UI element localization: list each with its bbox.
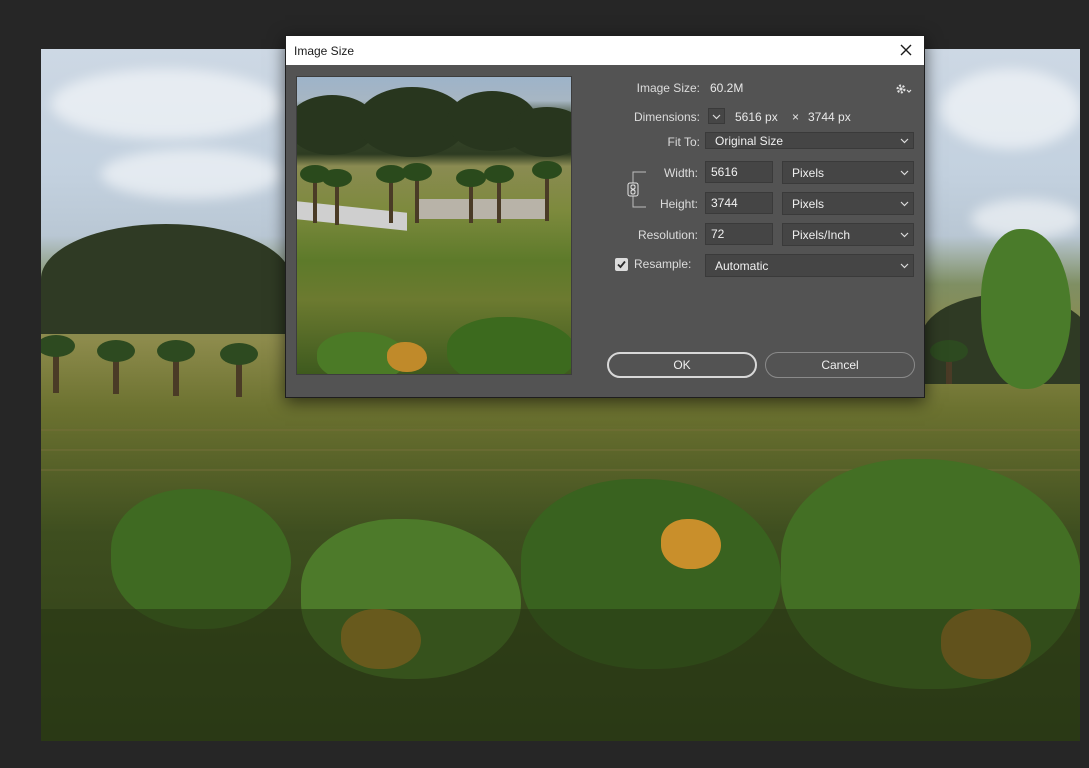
autumn-leaf	[661, 519, 721, 569]
vine-row	[41, 449, 1080, 451]
chevron-down-icon	[900, 263, 909, 269]
preview-palm	[484, 165, 514, 223]
sky-cloud	[101, 149, 281, 199]
preview-palm	[456, 169, 486, 223]
cancel-button[interactable]: Cancel	[765, 352, 915, 378]
vine-leaves	[981, 229, 1071, 389]
fit-to-value: Original Size	[715, 133, 784, 148]
sky-cloud	[941, 69, 1080, 149]
preview-palm	[322, 169, 352, 225]
preview-tree	[507, 107, 571, 157]
dimensions-width-value: 5616 px	[735, 110, 778, 124]
preview-palm	[402, 163, 432, 223]
gear-icon[interactable]	[895, 82, 913, 96]
resample-checkbox[interactable]	[615, 258, 628, 271]
chevron-down-icon	[900, 170, 909, 176]
preview-palm	[376, 165, 406, 223]
fit-to-label: Fit To:	[667, 135, 700, 149]
preview-palm	[532, 161, 562, 221]
resample-label: Resample:	[634, 257, 692, 271]
close-icon	[900, 44, 912, 56]
image-preview[interactable]	[296, 76, 572, 375]
palm-tree	[157, 340, 195, 396]
dimensions-dropdown-button[interactable]	[708, 108, 725, 124]
tree-hill	[41, 224, 291, 334]
preview-autumn-leaf	[387, 342, 427, 372]
resample-dropdown[interactable]: Automatic	[705, 254, 914, 277]
width-input[interactable]	[705, 161, 773, 183]
dimensions-label: Dimensions:	[633, 110, 700, 124]
checkmark-icon	[617, 260, 626, 269]
chevron-down-icon	[900, 201, 909, 207]
preview-leaves	[447, 317, 571, 374]
dialog-titlebar[interactable]: Image Size	[286, 36, 924, 65]
height-unit-value: Pixels	[792, 196, 825, 211]
width-unit-dropdown[interactable]: Pixels	[782, 161, 914, 184]
width-unit-value: Pixels	[792, 165, 825, 180]
width-label: Width:	[663, 166, 698, 180]
resolution-label: Resolution:	[637, 228, 698, 242]
chevron-down-icon	[900, 138, 909, 144]
vine-row	[41, 429, 1080, 431]
dimensions-height-value: 3744 px	[808, 110, 851, 124]
resolution-unit-value: Pixels/Inch	[792, 227, 851, 242]
image-size-dialog: Image Size Image Size: 60.2M Dimensions:…	[285, 35, 925, 398]
preview-palm	[300, 165, 330, 223]
height-input[interactable]	[705, 192, 773, 214]
fit-to-dropdown[interactable]: Original Size	[705, 132, 914, 149]
resample-value: Automatic	[715, 258, 769, 273]
palm-tree	[220, 343, 258, 397]
palm-tree	[97, 340, 135, 394]
height-unit-dropdown[interactable]: Pixels	[782, 192, 914, 215]
preview-fence	[417, 199, 547, 219]
palm-tree	[41, 335, 75, 393]
close-button[interactable]	[894, 39, 918, 61]
dimensions-separator: ×	[792, 110, 800, 124]
image-size-label: Image Size:	[636, 81, 700, 95]
dialog-title: Image Size	[294, 43, 355, 58]
chevron-down-icon	[712, 114, 721, 120]
foreground-vines	[41, 609, 1080, 741]
resolution-unit-dropdown[interactable]: Pixels/Inch	[782, 223, 914, 246]
palm-tree	[930, 340, 968, 384]
vine-leaves	[111, 489, 291, 629]
resolution-input[interactable]	[705, 223, 773, 245]
image-size-value: 60.2M	[710, 81, 744, 95]
ok-button[interactable]: OK	[607, 352, 757, 378]
cancel-button-label: Cancel	[821, 358, 859, 372]
ok-button-label: OK	[673, 358, 691, 372]
sky-cloud	[51, 69, 281, 139]
height-label: Height:	[659, 197, 698, 211]
chevron-down-icon	[900, 232, 909, 238]
